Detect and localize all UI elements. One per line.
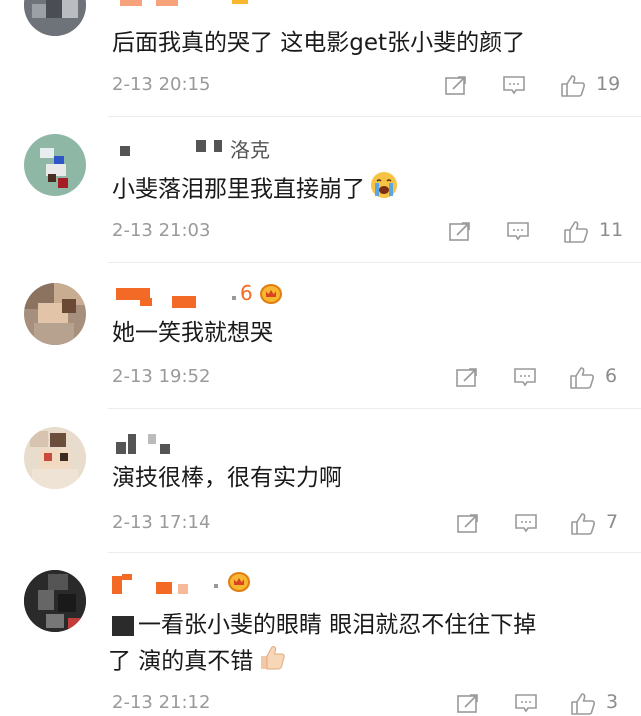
avatar[interactable]	[24, 0, 86, 36]
thumbs-up-emoji-icon	[257, 642, 287, 682]
crown-badge-icon	[228, 572, 250, 592]
comment-text-line1: 一看张小斐的眼睛 眼泪就忍不住往下掉	[138, 612, 537, 638]
comment-icon[interactable]	[514, 512, 538, 534]
comment-text-body: 小斐落泪那里我直接崩了	[112, 176, 365, 203]
comment-icon[interactable]	[513, 366, 537, 388]
comment-text: 一看张小斐的眼睛 眼泪就忍不住往下掉 了 演的真不错	[108, 608, 537, 682]
username-text: 洛克	[230, 138, 270, 162]
share-icon[interactable]	[444, 74, 468, 96]
thumbs-up-icon[interactable]	[570, 512, 596, 536]
crown-badge-icon	[260, 284, 282, 304]
share-icon[interactable]	[455, 366, 479, 388]
like-count: 19	[596, 73, 621, 95]
comment-icon[interactable]	[502, 74, 526, 96]
comment-time: 2-13 17:14	[112, 512, 211, 533]
divider	[108, 408, 641, 409]
comment-icon[interactable]	[506, 220, 530, 242]
crying-face-icon	[369, 170, 399, 210]
avatar[interactable]	[24, 427, 86, 489]
avatar[interactable]	[24, 283, 86, 345]
avatar[interactable]	[24, 134, 86, 196]
share-icon[interactable]	[448, 220, 472, 242]
username-text: 6	[240, 281, 253, 305]
comment-feed: 后面我真的哭了 这电影get张小斐的颜了 2-13 20:15 19 洛克 小斐…	[0, 0, 641, 715]
avatar[interactable]	[24, 570, 86, 632]
comment-text-line2: 了 演的真不错	[108, 648, 254, 675]
like-count: 11	[599, 219, 624, 241]
thumbs-up-icon[interactable]	[569, 366, 595, 390]
like-count: 3	[606, 691, 619, 713]
divider	[108, 116, 641, 117]
comment-time: 2-13 21:12	[112, 692, 211, 713]
like-count: 6	[605, 365, 618, 387]
comment-time: 2-13 21:03	[112, 220, 211, 241]
thumbs-up-icon[interactable]	[570, 692, 596, 716]
comment-text: 她一笑我就想哭	[112, 320, 273, 346]
thumbs-up-icon[interactable]	[563, 220, 589, 244]
divider	[108, 552, 641, 553]
comment-text: 演技很棒，很有实力啊	[112, 465, 342, 491]
comment-time: 2-13 19:52	[112, 366, 211, 387]
share-icon[interactable]	[456, 692, 480, 714]
comment-text: 小斐落泪那里我直接崩了	[112, 170, 399, 210]
redaction-block	[112, 615, 134, 636]
comment-text: 后面我真的哭了 这电影get张小斐的颜了	[112, 30, 526, 56]
like-count: 7	[606, 511, 619, 533]
share-icon[interactable]	[456, 512, 480, 534]
thumbs-up-icon[interactable]	[560, 74, 586, 98]
comment-time: 2-13 20:15	[112, 74, 211, 95]
comment-icon[interactable]	[514, 692, 538, 714]
divider	[108, 262, 641, 263]
